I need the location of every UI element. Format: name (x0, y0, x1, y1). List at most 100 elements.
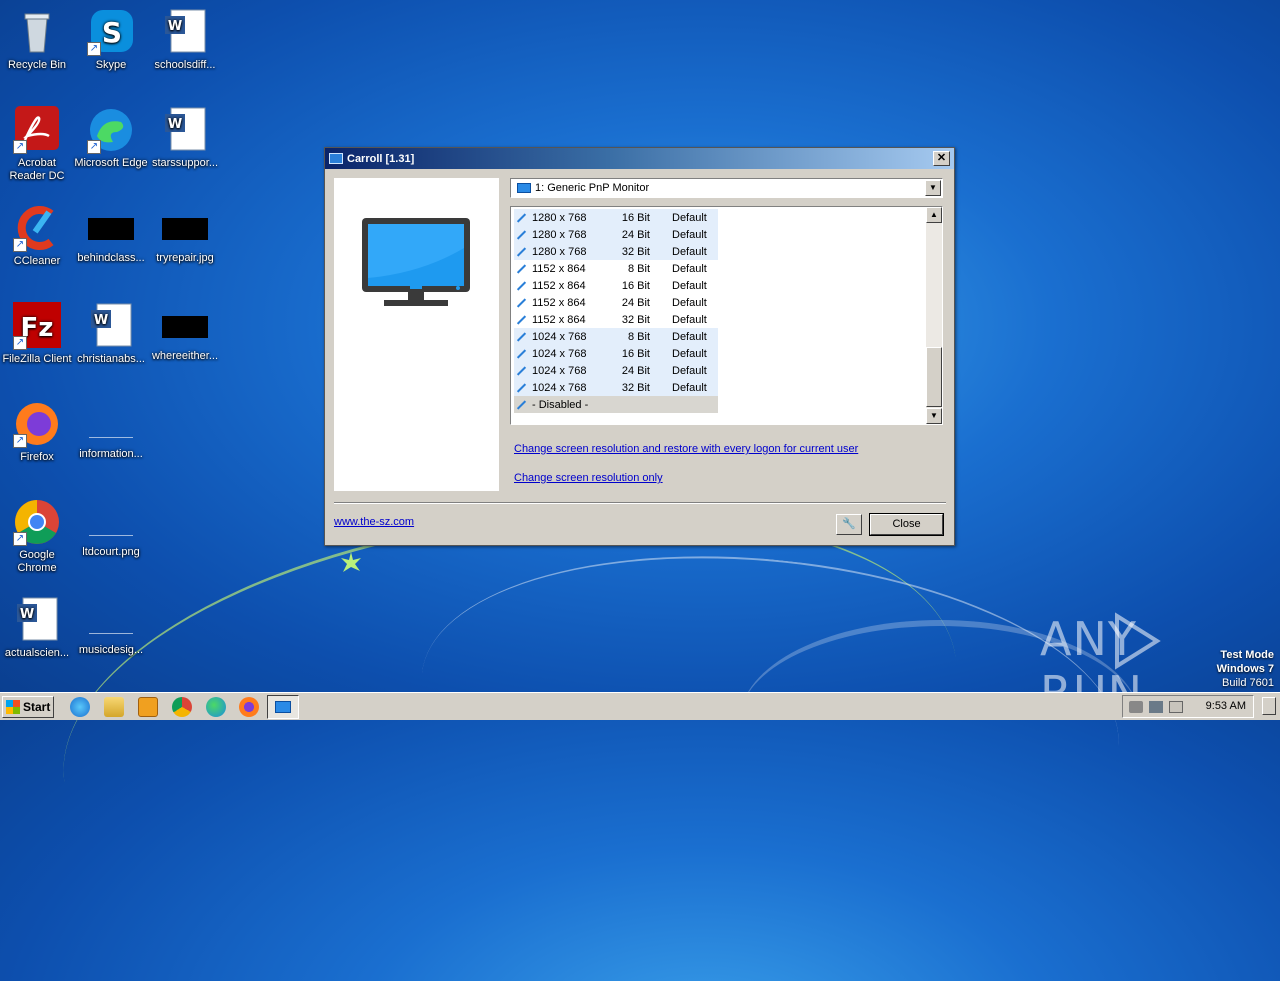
resolution-row[interactable]: 1152 x 864 8 Bit Default (514, 260, 718, 277)
list-scrollbar[interactable]: ▲ ▼ (926, 207, 942, 424)
word-document-icon: W (87, 302, 135, 350)
close-icon[interactable]: ✕ (933, 151, 950, 166)
internet-explorer-icon[interactable] (70, 697, 90, 717)
resize-icon (514, 330, 528, 344)
wrench-icon: 🔧 (842, 518, 856, 530)
resolution-value: 1152 x 864 (532, 296, 586, 309)
monitor-icon (362, 218, 470, 306)
resolution-value: 1152 x 864 (532, 279, 586, 292)
resolution-row[interactable]: 1024 x 768 24 Bit Default (514, 362, 718, 379)
app-monitor-icon (329, 153, 343, 164)
chrome-icon[interactable] (172, 697, 192, 717)
folder-icon[interactable] (104, 697, 124, 717)
start-button[interactable]: Start (2, 695, 54, 718)
frequency-value: Default (672, 296, 707, 309)
desktop-icon-schoolsdiff[interactable]: W schoolsdiff... (148, 8, 222, 72)
change-resolution-only-link[interactable]: Change screen resolution only (514, 472, 663, 484)
resize-icon (514, 279, 528, 293)
desktop-icon-label: Skype (95, 59, 127, 71)
desktop-icon-label: information... (79, 448, 143, 460)
test-mode-line: Test Mode (1220, 649, 1274, 661)
firefox-icon: ↗ (13, 400, 61, 448)
dialog-title-bar[interactable]: Carroll [1.31] (325, 148, 954, 169)
flag-icon[interactable] (1169, 700, 1183, 713)
resolution-row[interactable]: 1024 x 768 16 Bit Default (514, 345, 718, 362)
resolution-value: 1024 x 768 (532, 347, 587, 360)
shortcut-arrow-icon: ↗ (13, 336, 27, 350)
dialog-title: Carroll [1.31] (347, 152, 415, 165)
scroll-thumb[interactable] (926, 347, 942, 407)
resolution-row[interactable]: 1152 x 864 16 Bit Default (514, 277, 718, 294)
speaker-icon[interactable] (1129, 700, 1143, 713)
desktop-icon-label: ltdcourt.png (82, 546, 140, 558)
resolution-row[interactable]: 1152 x 864 32 Bit Default (514, 311, 718, 328)
resolution-value: 1152 x 864 (532, 262, 586, 275)
resolution-value: 1024 x 768 (532, 364, 587, 377)
desktop-icon-ltdcourt[interactable]: ltdcourt.png (74, 498, 148, 559)
resolution-row[interactable]: 1024 x 768 32 Bit Default (514, 379, 718, 396)
edge-icon[interactable] (206, 697, 226, 717)
frequency-value: Default (672, 211, 707, 224)
resolution-row[interactable]: 1280 x 768 24 Bit Default (514, 226, 718, 243)
desktop-icon-tryrepair[interactable]: tryrepair.jpg (148, 204, 222, 265)
monitor-select-value: 1: Generic PnP Monitor (535, 182, 650, 194)
frequency-value: Default (672, 330, 707, 343)
recycle-bin-icon (13, 8, 61, 56)
resolution-row[interactable]: 1280 x 768 32 Bit Default (514, 243, 718, 260)
start-label: Start (23, 699, 51, 714)
image-thumbnail-icon (162, 316, 208, 338)
desktop-icon-starssuppor[interactable]: W starssuppor... (148, 106, 222, 170)
frequency-value: Default (672, 347, 707, 360)
shortcut-arrow-icon: ↗ (87, 42, 101, 56)
carroll-taskbar-button[interactable] (267, 695, 299, 719)
show-desktop-button[interactable] (1262, 697, 1276, 715)
desktop-icon-ccleaner[interactable]: ↗ CCleaner (0, 204, 74, 268)
desktop-icon-label: behindclass... (77, 252, 145, 264)
network-icon[interactable] (1149, 700, 1163, 713)
word-document-icon: W (161, 106, 209, 154)
bit-depth-value: 8 Bit (627, 330, 650, 343)
resolution-row[interactable]: 1280 x 768 16 Bit Default (514, 209, 718, 226)
desktop-icon-label: Firefox (20, 451, 54, 463)
resolution-row[interactable]: 1152 x 864 24 Bit Default (514, 294, 718, 311)
monitor-select[interactable]: 1: Generic PnP Monitor ▼ (510, 178, 943, 198)
website-link[interactable]: www.the-sz.com (334, 516, 414, 528)
monitor-preview-panel (334, 178, 499, 491)
settings-wrench-button[interactable]: 🔧 (836, 514, 862, 535)
svg-text:W: W (20, 607, 34, 622)
resize-icon (514, 398, 528, 412)
desktop-icon-label: Google Chrome (17, 549, 57, 574)
desktop-icon-label: schoolsdiff... (154, 59, 216, 71)
desktop-icon-recycle-bin[interactable]: Recycle Bin (0, 8, 74, 72)
desktop-icon-skype[interactable]: S ↗ Skype (74, 8, 148, 72)
scroll-up-icon[interactable]: ▲ (926, 207, 942, 223)
desktop-icon-firefox[interactable]: ↗ Firefox (0, 400, 74, 464)
desktop-icon-filezilla[interactable]: Fz ↗ FileZilla Client (0, 302, 74, 366)
disabled-row[interactable]: - Disabled - (514, 396, 718, 413)
resolution-row[interactable]: 1024 x 768 8 Bit Default (514, 328, 718, 345)
desktop-icon-musicdesig[interactable]: musicdesig... (74, 596, 148, 657)
clock[interactable]: 9:53 AM (1206, 700, 1246, 712)
desktop-icon-chrome[interactable]: ↗ Google Chrome (0, 498, 74, 575)
frequency-value: Default (672, 381, 707, 394)
chevron-down-icon[interactable]: ▼ (925, 180, 941, 196)
desktop-icon-behindclass[interactable]: behindclass... (74, 204, 148, 265)
bit-depth-value: 24 Bit (621, 296, 650, 309)
change-resolution-restore-link[interactable]: Change screen resolution and restore wit… (514, 443, 858, 455)
desktop-icon-edge[interactable]: ↗ Microsoft Edge (74, 106, 148, 170)
resolution-list[interactable]: ▲ ▼ 1280 x 768 16 Bit Default 1280 x 768 24 … (510, 206, 943, 425)
desktop-icon-christianabs[interactable]: W christianabs... (74, 302, 148, 366)
desktop-icon-acrobat[interactable]: ↗ Acrobat Reader DC (0, 106, 74, 183)
desktop-icon-information[interactable]: information... (74, 400, 148, 461)
filezilla-icon: Fz ↗ (13, 302, 61, 350)
media-player-icon[interactable] (138, 697, 158, 717)
resolution-value: 1152 x 864 (532, 313, 586, 326)
carroll-dialog: Carroll [1.31] ✕ 1: Generic PnP Monitor … (324, 147, 955, 546)
edge-icon: ↗ (87, 106, 135, 154)
firefox-icon[interactable] (239, 697, 259, 717)
desktop-icon-whereeither[interactable]: whereeither... (148, 302, 222, 363)
desktop-icon-actualscien[interactable]: W actualscien... (0, 596, 74, 660)
desktop-icon-label: starssuppor... (151, 157, 219, 169)
scroll-down-icon[interactable]: ▼ (926, 408, 942, 424)
close-button[interactable]: Close (869, 513, 944, 536)
